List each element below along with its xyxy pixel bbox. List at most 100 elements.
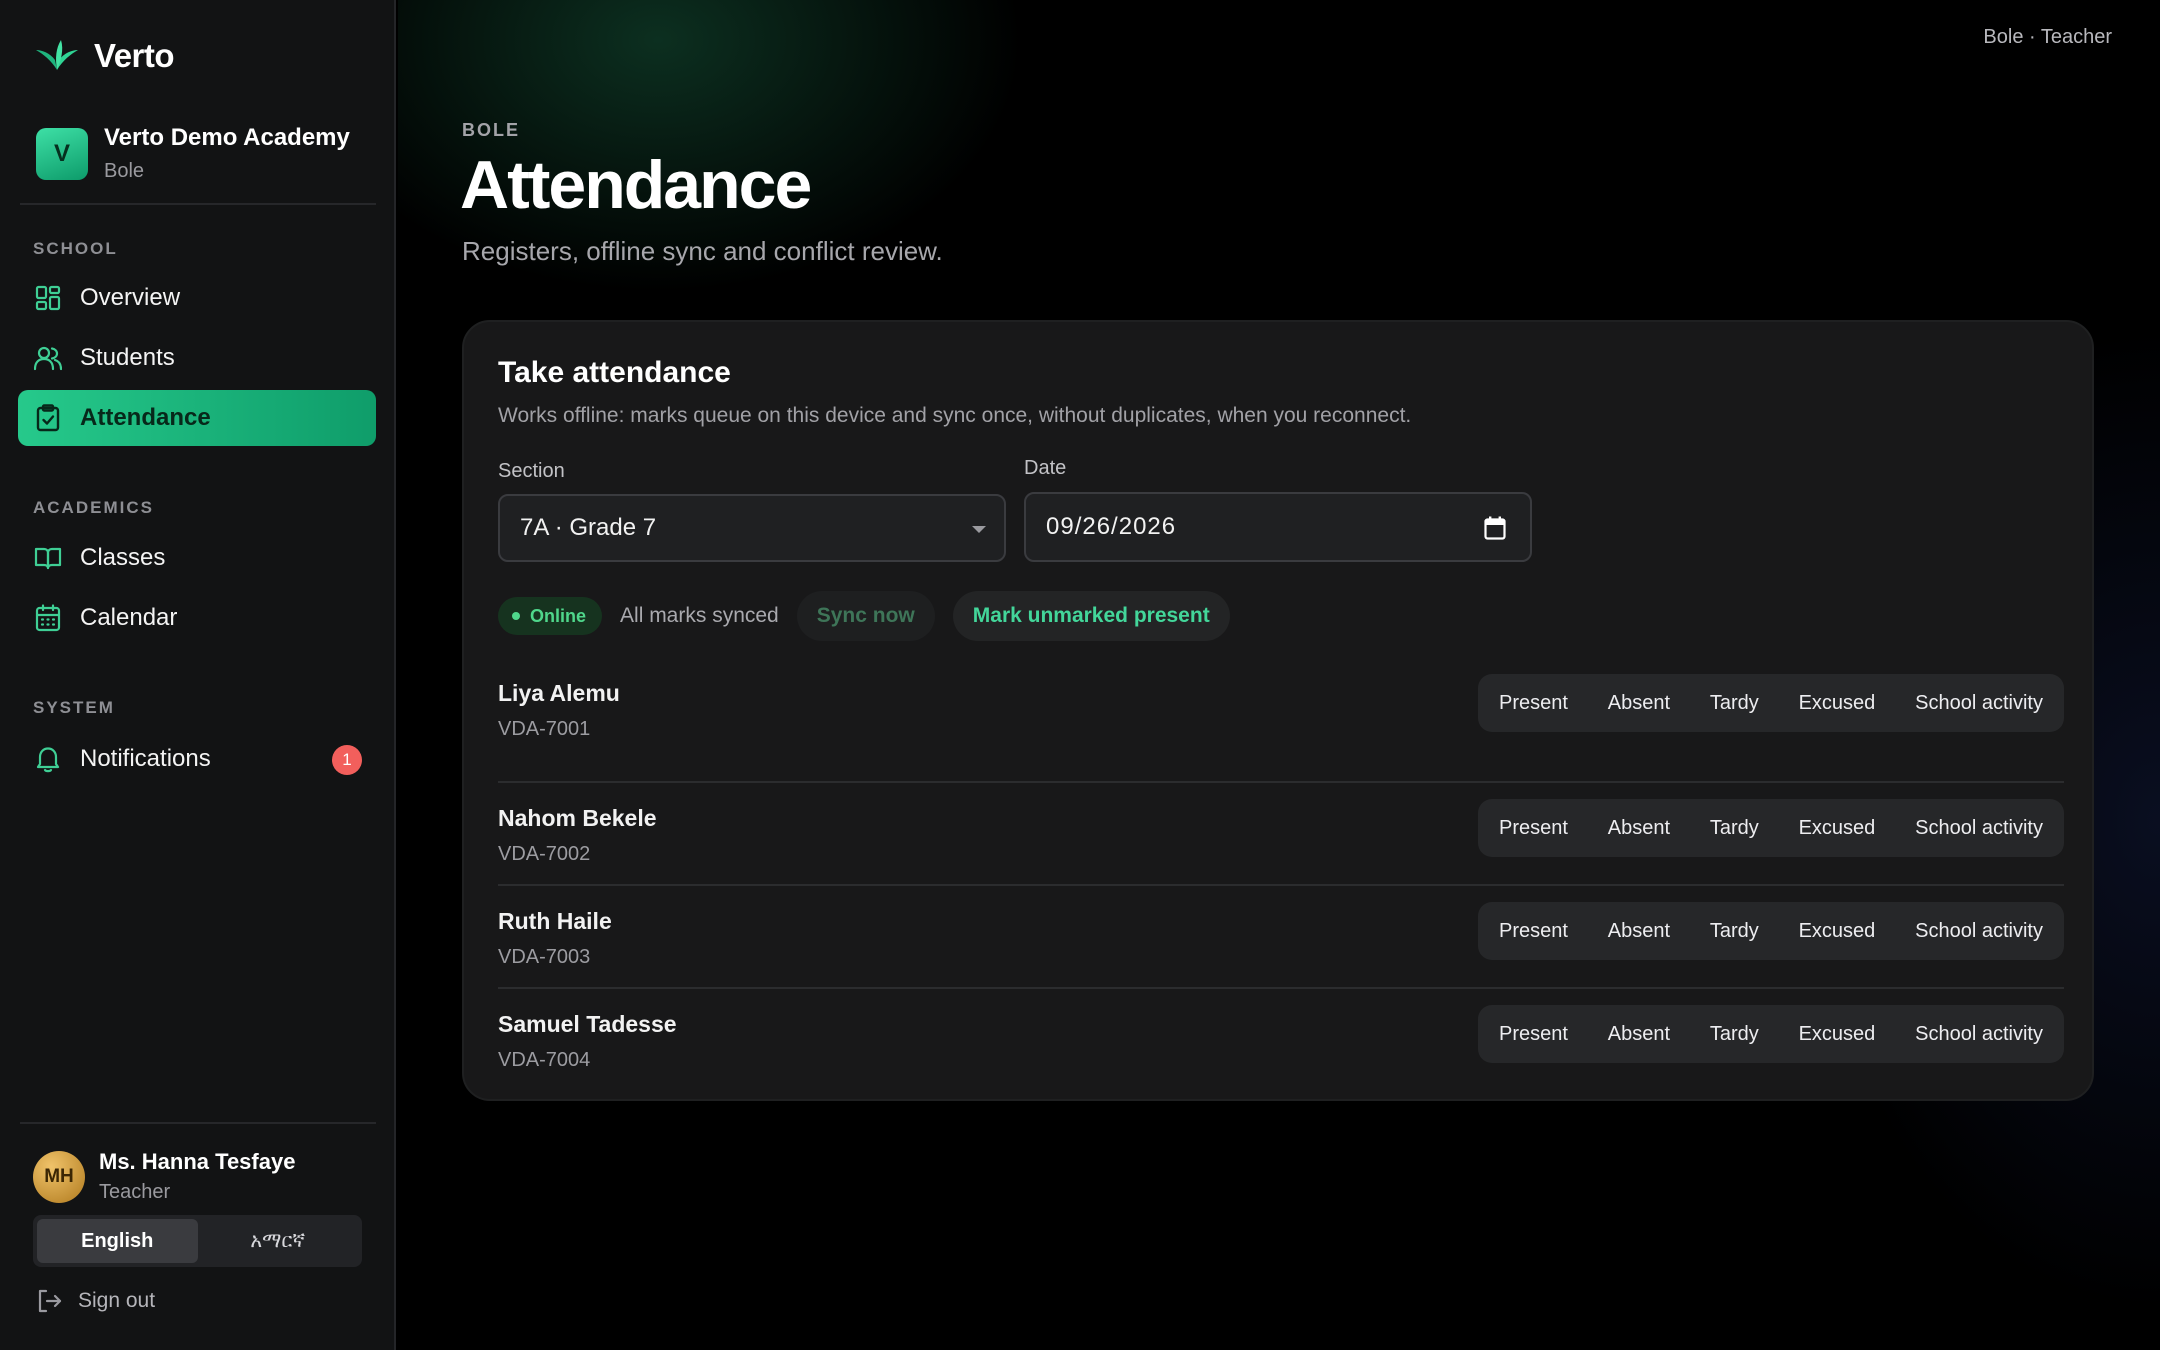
student-name: Nahom Bekele xyxy=(498,805,657,831)
student-name: Samuel Tadesse xyxy=(498,1011,677,1037)
sidebar-item-label: Calendar xyxy=(80,604,178,631)
status-badge-label: Online xyxy=(530,605,587,626)
school-switcher[interactable]: V Verto Demo Academy Bole xyxy=(36,124,350,183)
sidebar-item-students[interactable]: Students xyxy=(18,330,376,386)
sign-out-button[interactable]: Sign out xyxy=(36,1288,155,1314)
card-title: Take attendance xyxy=(498,356,731,389)
calendar-picker-icon[interactable] xyxy=(1484,516,1506,540)
nav-heading-school: SCHOOL xyxy=(33,239,118,258)
verto-leaf-logo-icon xyxy=(36,40,78,70)
table-row: Liya Alemu VDA-7001 Present Absent Tardy Excu… xyxy=(498,674,2064,783)
dashboard-grid-icon xyxy=(34,284,62,312)
student-id: VDA-7004 xyxy=(498,1049,591,1071)
student-name: Ruth Haile xyxy=(498,908,612,934)
status-badge: Online xyxy=(498,597,603,635)
user-role: Teacher xyxy=(99,1181,171,1203)
date-label: Date xyxy=(1024,457,1067,479)
language-option-amharic[interactable]: አማርኛ xyxy=(198,1219,359,1263)
status-option-school-activity[interactable]: School activity xyxy=(1904,909,2054,953)
brand-name: Verto xyxy=(94,37,175,74)
language-switch: English አማርኛ xyxy=(33,1215,362,1267)
sidebar-item-calendar[interactable]: Calendar xyxy=(18,590,376,646)
student-id: VDA-7001 xyxy=(498,718,591,740)
sidebar-item-overview[interactable]: Overview xyxy=(18,270,376,326)
sidebar-item-label: Attendance xyxy=(80,404,211,431)
school-name: Verto Demo Academy xyxy=(104,124,350,151)
status-option-excused[interactable]: Excused xyxy=(1788,909,1887,953)
table-row: Ruth Haile VDA-7003 Present Absent Tardy Excu… xyxy=(498,886,2064,989)
table-row: Nahom Bekele VDA-7002 Present Absent Tardy Ex… xyxy=(498,783,2064,886)
attendance-status-selector: Present Absent Tardy Excused School activity xyxy=(1478,799,2064,857)
student-list: Liya Alemu VDA-7001 Present Absent Tardy Excu… xyxy=(498,674,2064,1092)
status-option-present[interactable]: Present xyxy=(1488,909,1579,953)
user-name: Ms. Hanna Tesfaye xyxy=(99,1149,296,1174)
status-option-excused[interactable]: Excused xyxy=(1788,806,1887,850)
status-option-school-activity[interactable]: School activity xyxy=(1904,1012,2054,1056)
chevron-down-icon xyxy=(972,526,986,533)
current-user-context[interactable]: Bole · Teacher xyxy=(1983,26,2112,49)
attendance-status-selector: Present Absent Tardy Excused School activity xyxy=(1478,902,2064,960)
nav-heading-academics: ACADEMICS xyxy=(33,498,154,517)
sidebar-item-label: Overview xyxy=(80,284,181,311)
attendance-status-selector: Present Absent Tardy Excused School activity xyxy=(1478,674,2064,732)
clipboard-check-icon xyxy=(34,404,62,432)
sidebar-item-attendance[interactable]: Attendance xyxy=(18,390,376,446)
status-option-tardy[interactable]: Tardy xyxy=(1699,1012,1770,1056)
page-title: Attendance xyxy=(460,147,812,223)
status-option-absent[interactable]: Absent xyxy=(1597,806,1681,850)
school-campus: Bole xyxy=(104,160,145,182)
attendance-status-selector: Present Absent Tardy Excused School activity xyxy=(1478,1005,2064,1063)
open-book-icon xyxy=(34,544,62,572)
user-profile[interactable]: MH Ms. Hanna Tesfaye Teacher xyxy=(33,1149,295,1204)
status-option-school-activity[interactable]: School activity xyxy=(1904,806,2054,850)
sidebar-divider xyxy=(20,203,376,205)
school-avatar: V xyxy=(36,127,88,180)
sidebar-divider xyxy=(20,1122,376,1124)
status-option-tardy[interactable]: Tardy xyxy=(1699,806,1770,850)
section-label: Section xyxy=(498,460,565,482)
status-option-school-activity[interactable]: School activity xyxy=(1904,681,2054,725)
section-select-value: 7A · Grade 7 xyxy=(520,514,657,541)
mark-unmarked-present-button[interactable]: Mark unmarked present xyxy=(952,591,1230,641)
student-name: Liya Alemu xyxy=(498,680,620,706)
nav-heading-system: SYSTEM xyxy=(33,698,115,717)
sync-now-button[interactable]: Sync now xyxy=(796,591,935,641)
section-select[interactable]: 7A · Grade 7 xyxy=(498,494,1006,562)
sidebar-item-label: Students xyxy=(80,344,175,371)
status-option-excused[interactable]: Excused xyxy=(1788,1012,1887,1056)
sidebar-item-label: Notifications xyxy=(80,745,211,772)
status-option-present[interactable]: Present xyxy=(1488,1012,1579,1056)
sidebar-item-classes[interactable]: Classes xyxy=(18,530,376,586)
date-field-value: 09/26/2026 xyxy=(1046,513,1177,540)
online-dot-icon xyxy=(512,612,520,620)
table-row: Samuel Tadesse VDA-7004 Present Absent Tardy… xyxy=(498,989,2064,1092)
status-option-excused[interactable]: Excused xyxy=(1788,681,1887,725)
date-field[interactable]: 09/26/2026 xyxy=(1024,492,1532,562)
status-option-present[interactable]: Present xyxy=(1488,806,1579,850)
status-option-absent[interactable]: Absent xyxy=(1597,909,1681,953)
sidebar: Verto V Verto Demo Academy Bole SCHOOL O… xyxy=(0,0,396,1350)
notification-count-badge: 1 xyxy=(332,745,362,775)
card-subtitle: Works offline: marks queue on this devic… xyxy=(498,404,1412,427)
calendar-icon xyxy=(34,604,62,632)
student-id: VDA-7002 xyxy=(498,843,591,865)
status-option-absent[interactable]: Absent xyxy=(1597,1012,1681,1056)
sync-status-text: All marks synced xyxy=(620,604,779,627)
users-icon xyxy=(34,344,62,372)
language-option-english[interactable]: English xyxy=(37,1219,198,1263)
page-subtitle: Registers, offline sync and conflict rev… xyxy=(462,236,943,266)
sidebar-item-notifications[interactable]: Notifications 1 xyxy=(18,731,376,787)
student-id: VDA-7003 xyxy=(498,946,591,968)
avatar: MH xyxy=(33,1150,85,1203)
sign-out-icon xyxy=(38,1289,62,1313)
status-option-tardy[interactable]: Tardy xyxy=(1699,909,1770,953)
page-eyebrow: BOLE xyxy=(462,120,521,140)
bell-icon xyxy=(34,745,62,773)
brand[interactable]: Verto xyxy=(34,36,175,76)
status-option-absent[interactable]: Absent xyxy=(1597,681,1681,725)
main-content: Bole · Teacher BOLE Attendance Registers… xyxy=(398,0,2160,1350)
status-option-tardy[interactable]: Tardy xyxy=(1699,681,1770,725)
sync-status-row: Online All marks synced Sync now Mark un… xyxy=(498,590,1230,642)
status-option-present[interactable]: Present xyxy=(1488,681,1579,725)
take-attendance-card: Take attendance Works offline: marks que… xyxy=(462,320,2094,1101)
